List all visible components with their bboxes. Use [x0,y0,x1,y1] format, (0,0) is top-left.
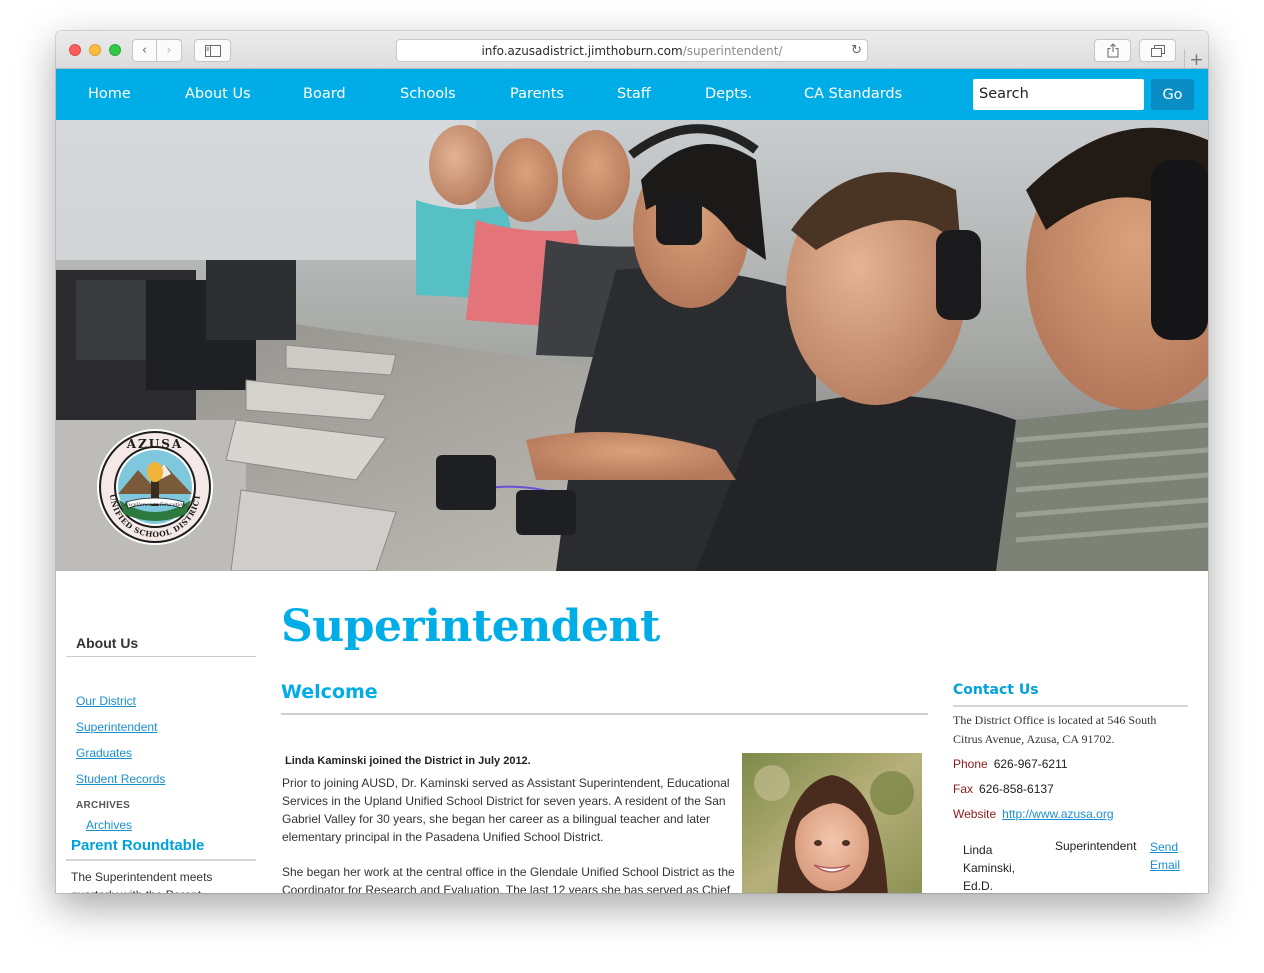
nav-parents[interactable]: Parents [510,69,564,120]
superintendent-photo [742,753,922,893]
chevron-right-icon: › [166,43,172,58]
section-heading: Welcome [281,681,378,703]
divider [66,656,256,657]
divider [281,713,928,715]
fax-label: Fax [953,782,974,796]
send-email-link[interactable]: Send Email [1150,838,1190,874]
seal-icon: Excellence in Education AZUSA UNIFIED SC… [97,429,213,545]
zoom-window-button[interactable] [109,44,121,56]
staff-title: Superintendent [1055,839,1137,853]
divider [66,859,256,861]
sidebar-link-our-district[interactable]: Our District [76,694,136,708]
nav-schools[interactable]: Schools [400,69,456,120]
share-button[interactable] [1094,39,1131,62]
district-seal-logo: Excellence in Education AZUSA UNIFIED SC… [96,428,214,546]
parent-roundtable-text: The Superintendent meets quarterly with … [71,870,213,893]
portrait-image [742,753,922,893]
tabs-icon [1150,44,1165,57]
sidebar-icon [204,44,221,57]
sidebar-link-graduates[interactable]: Graduates [76,746,132,760]
url-path: /superintendent/ [682,43,783,58]
bio-paragraph-2: She began her work at the central office… [282,865,735,893]
close-window-button[interactable] [69,44,81,56]
url-host: info.azusadistrict.jimthoburn.com [481,43,683,58]
intro-text: Linda Kaminski joined the District in Ju… [285,755,531,767]
hero-photo-students-at-computers [56,120,1208,571]
website-link[interactable]: http://www.azusa.org [1002,807,1113,821]
reload-icon[interactable]: ↻ [851,43,862,58]
nav-home[interactable]: Home [88,69,131,120]
nav-ca-standards[interactable]: CA Standards [804,69,902,120]
sidebar-link-superintendent[interactable]: Superintendent [76,720,157,734]
seal-motto: Excellence in Education [123,502,185,508]
page-content: About Us Our District Superintendent Gra… [56,571,1208,893]
contact-phone-row: Phone 626-967-6211 [953,757,1068,771]
archives-label: ARCHIVES [76,800,131,811]
minimize-window-button[interactable] [89,44,101,56]
contact-fax-row: Fax 626-858-6137 [953,782,1054,796]
new-tab-button[interactable]: + [1184,49,1208,70]
phone-label: Phone [953,757,988,771]
tab-overview-button[interactable] [1139,39,1176,62]
bio-paragraph-1: Prior to joining AUSD, Dr. Kaminski serv… [282,776,730,844]
fax-value: 626-858-6137 [979,782,1054,796]
search-go-button[interactable]: Go [1151,79,1194,110]
hero-image [56,120,1208,571]
nav-board[interactable]: Board [303,69,346,120]
seal-top-text: AZUSA [126,437,184,451]
nav-staff[interactable]: Staff [617,69,651,120]
site-navigation: Home About Us Board Schools Parents Staf… [56,69,1208,120]
phone-value: 626-967-6211 [993,757,1068,771]
sidebar-toggle-button[interactable] [194,39,231,62]
page-title: Superintendent [281,601,660,652]
website-label: Website [953,807,997,821]
chevron-left-icon: ‹ [141,43,148,58]
browser-toolbar: ‹ › info.azusadistrict.jimthoburn.com/su… [56,31,1208,70]
plus-icon: + [1189,49,1204,70]
divider [953,705,1188,707]
staff-name: Linda Kaminski, Ed.D. [963,843,1016,893]
nav-about-us[interactable]: About Us [185,69,251,120]
sidebar-link-student-records[interactable]: Student Records [76,772,165,786]
address-bar[interactable]: info.azusadistrict.jimthoburn.com/superi… [396,39,868,62]
back-button[interactable]: ‹ [132,39,157,62]
nav-depts[interactable]: Depts. [705,69,752,120]
contact-address: The District Office is located at 546 So… [953,713,1157,746]
parent-roundtable-heading: Parent Roundtable [71,837,205,854]
forward-button[interactable]: › [157,39,182,62]
search-input[interactable]: Search [973,79,1144,110]
contact-heading: Contact Us [953,682,1039,698]
contact-website-row: Website http://www.azusa.org [953,807,1114,821]
sidebar-link-archives[interactable]: Archives [86,818,132,832]
sidebar-heading: About Us [76,635,139,651]
browser-window: ‹ › info.azusadistrict.jimthoburn.com/su… [56,31,1208,893]
share-icon [1107,43,1118,58]
